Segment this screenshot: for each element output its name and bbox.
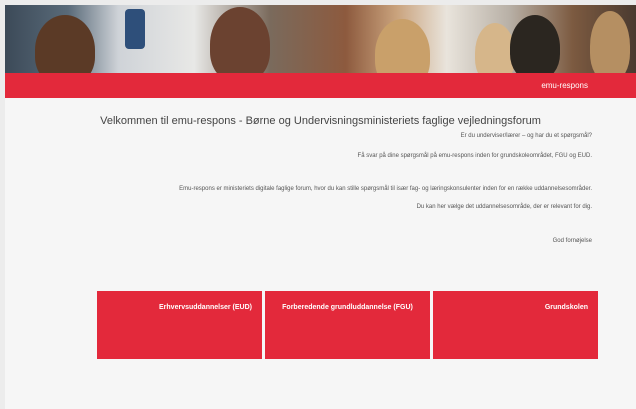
page-title: Velkommen til emu-respons - Børne og Und…: [100, 115, 541, 127]
category-card-label: Forberedende grundluddannelse (FGU): [282, 304, 413, 311]
choose-area-text: Du kan her vælge det uddannelsesområde, …: [416, 204, 592, 210]
category-card-eud[interactable]: Erhvervsuddannelser (EUD): [97, 291, 262, 359]
category-card-fgu[interactable]: Forberedende grundluddannelse (FGU): [265, 291, 430, 359]
closing-text: God fornøjelse: [552, 238, 592, 244]
site-header-bar: emu-respons: [5, 73, 636, 98]
intro-question: Er du underviser/lærer – og har du et sp…: [460, 133, 592, 139]
site-label[interactable]: emu-respons: [541, 73, 588, 98]
page: emu-respons Velkommen til emu-respons - …: [5, 5, 636, 409]
intro-answer: Få svar på dine spørgsmål på emu-respons…: [357, 153, 592, 159]
category-card-label: Grundskolen: [544, 304, 588, 311]
category-card-label: Erhvervsuddannelser (EUD): [159, 304, 252, 311]
category-card-grundskolen[interactable]: Grundskolen: [433, 291, 598, 359]
hero-banner-image: [5, 5, 636, 73]
forum-description: Emu-respons er ministeriets digitale fag…: [179, 186, 592, 192]
